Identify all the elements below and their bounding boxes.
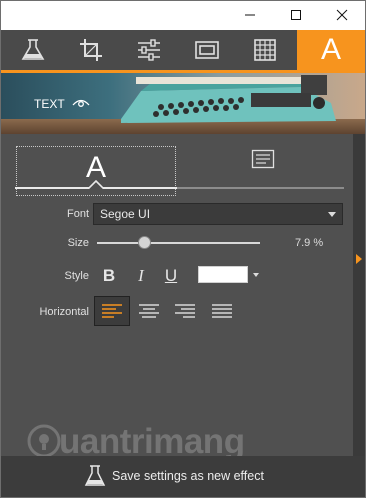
align-center-button[interactable] — [131, 296, 167, 326]
tool-crop-button[interactable] — [63, 30, 119, 70]
eye-icon[interactable] — [72, 97, 90, 109]
flask-icon — [84, 465, 106, 486]
tool-adjust-button[interactable] — [5, 30, 61, 70]
watermark-logo — [27, 424, 61, 458]
collapse-arrow-icon[interactable] — [356, 254, 362, 264]
tab-paragraph[interactable] — [241, 146, 285, 172]
color-dropdown-icon[interactable] — [253, 273, 259, 277]
frame-icon — [195, 41, 219, 59]
tool-text-button[interactable]: A — [297, 30, 365, 70]
align-left-button[interactable] — [94, 296, 130, 326]
size-slider-handle[interactable] — [138, 236, 151, 249]
align-justify-icon — [212, 304, 232, 318]
crop-icon — [80, 39, 102, 61]
tool-texture-button[interactable] — [237, 30, 293, 70]
title-bar — [1, 1, 365, 29]
chevron-down-icon — [328, 212, 336, 217]
tool-frame-button[interactable] — [179, 30, 235, 70]
size-slider-track[interactable] — [97, 242, 260, 244]
italic-button[interactable]: I — [129, 265, 153, 287]
flask-icon — [21, 39, 45, 60]
minimize-icon — [245, 14, 255, 16]
align-right-button[interactable] — [167, 296, 203, 326]
save-effect-bar[interactable]: Save settings as new effect — [1, 456, 365, 497]
text-effect-banner: TEXT — [1, 73, 365, 134]
minimize-button[interactable] — [227, 1, 273, 29]
font-select-value: Segoe UI — [100, 207, 151, 221]
bold-button[interactable]: B — [97, 265, 121, 287]
close-icon — [336, 9, 348, 21]
align-left-icon — [102, 304, 122, 318]
text-color-swatch[interactable] — [198, 266, 248, 283]
tab-pointer-icon — [88, 180, 104, 189]
maximize-icon — [291, 10, 301, 20]
banner-title: TEXT — [34, 97, 65, 111]
align-justify-button[interactable] — [204, 296, 240, 326]
size-value: 7.9 % — [295, 237, 324, 249]
font-label: Font — [66, 208, 89, 220]
paragraph-icon — [251, 149, 275, 169]
tool-sliders-button[interactable] — [121, 30, 177, 70]
horizontal-label: Horizontal — [39, 306, 89, 318]
texture-icon — [254, 39, 276, 61]
size-label: Size — [67, 237, 89, 249]
font-select[interactable]: Segoe UI — [93, 203, 343, 225]
effects-toolbar: A — [1, 30, 365, 70]
sliders-icon — [138, 39, 160, 61]
panel-collapse-strip[interactable] — [353, 134, 365, 456]
text-icon: A — [320, 33, 341, 66]
app-window: A TEXT A Font Segoe UI Size 7.9 % Style … — [0, 0, 366, 498]
close-button[interactable] — [319, 1, 365, 29]
tab-text-label: A — [85, 151, 106, 184]
underline-button[interactable]: U — [159, 265, 183, 287]
align-right-icon — [175, 304, 195, 318]
maximize-button[interactable] — [273, 1, 319, 29]
align-center-icon — [139, 304, 159, 318]
save-effect-label: Save settings as new effect — [112, 469, 264, 483]
text-settings-panel: A Font Segoe UI Size 7.9 % Style B I U H… — [1, 134, 353, 461]
style-label: Style — [64, 270, 89, 282]
